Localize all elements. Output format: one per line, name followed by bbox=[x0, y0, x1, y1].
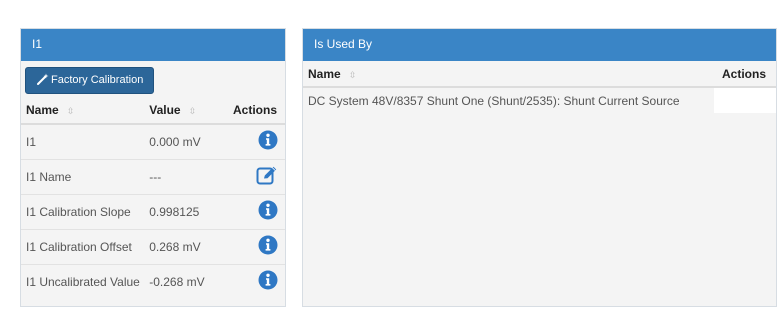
column-header-name[interactable]: Name ⇳ bbox=[21, 97, 149, 124]
row-value: -0.268 mV bbox=[149, 274, 205, 289]
row-name: I1 bbox=[26, 134, 37, 149]
is-used-by-panel: Is Used By Name ⇳ Actions DC System 48V/8… bbox=[302, 28, 777, 307]
row-value: 0.998125 bbox=[149, 204, 200, 219]
used-by-table: Name ⇳ Actions DC System 48V/8357 Shunt O… bbox=[303, 61, 776, 113]
row-value: --- bbox=[149, 169, 162, 184]
factory-calibration-button[interactable]: Factory Calibration bbox=[25, 67, 155, 94]
table-row: I1 Calibration Slope 0.998125 bbox=[21, 194, 285, 229]
table-row: DC System 48V/8357 Shunt One (Shunt/2535… bbox=[303, 87, 776, 113]
info-icon[interactable] bbox=[258, 235, 278, 258]
edit-icon[interactable] bbox=[256, 165, 278, 188]
sort-icon: ⇳ bbox=[188, 106, 197, 116]
table-row: I1 Name --- bbox=[21, 159, 285, 194]
row-name: DC System 48V/8357 Shunt One (Shunt/2535… bbox=[303, 87, 714, 113]
info-icon[interactable] bbox=[258, 200, 278, 223]
row-actions bbox=[714, 87, 776, 113]
sort-icon: ⇳ bbox=[66, 106, 75, 116]
wand-icon bbox=[37, 73, 49, 85]
column-header-name[interactable]: Name ⇳ bbox=[303, 61, 714, 87]
factory-calibration-label: Factory Calibration bbox=[51, 74, 144, 86]
row-name: I1 Uncalibrated Value bbox=[26, 274, 140, 289]
row-value: 0.268 mV bbox=[149, 239, 201, 254]
table-row: I1 Uncalibrated Value -0.268 mV bbox=[21, 264, 285, 299]
panel-header: I1 bbox=[21, 29, 285, 61]
table-row: I1 0.000 mV bbox=[21, 124, 285, 159]
panel-header: Is Used By bbox=[303, 29, 776, 61]
panel-title: Is Used By bbox=[314, 37, 373, 51]
column-header-actions: Actions bbox=[721, 66, 766, 81]
parameter-table: Name ⇳ Value ⇳ Actions I1 0.000 mV I1 Name… bbox=[21, 97, 285, 299]
row-name: I1 Calibration Offset bbox=[26, 239, 132, 254]
table-row: I1 Calibration Offset 0.268 mV bbox=[21, 229, 285, 264]
row-name: I1 Calibration Slope bbox=[26, 204, 131, 219]
info-icon[interactable] bbox=[258, 270, 278, 293]
row-value: 0.000 mV bbox=[149, 134, 201, 149]
panel-title: I1 bbox=[32, 37, 43, 51]
info-icon[interactable] bbox=[258, 130, 278, 153]
parameter-panel: I1 Factory Calibration Name ⇳ Value ⇳ Acti… bbox=[20, 28, 286, 307]
row-name: I1 Name bbox=[26, 169, 72, 184]
column-header-value[interactable]: Value ⇳ bbox=[149, 97, 212, 124]
column-header-actions: Actions bbox=[232, 103, 277, 117]
sort-icon: ⇳ bbox=[348, 69, 357, 80]
